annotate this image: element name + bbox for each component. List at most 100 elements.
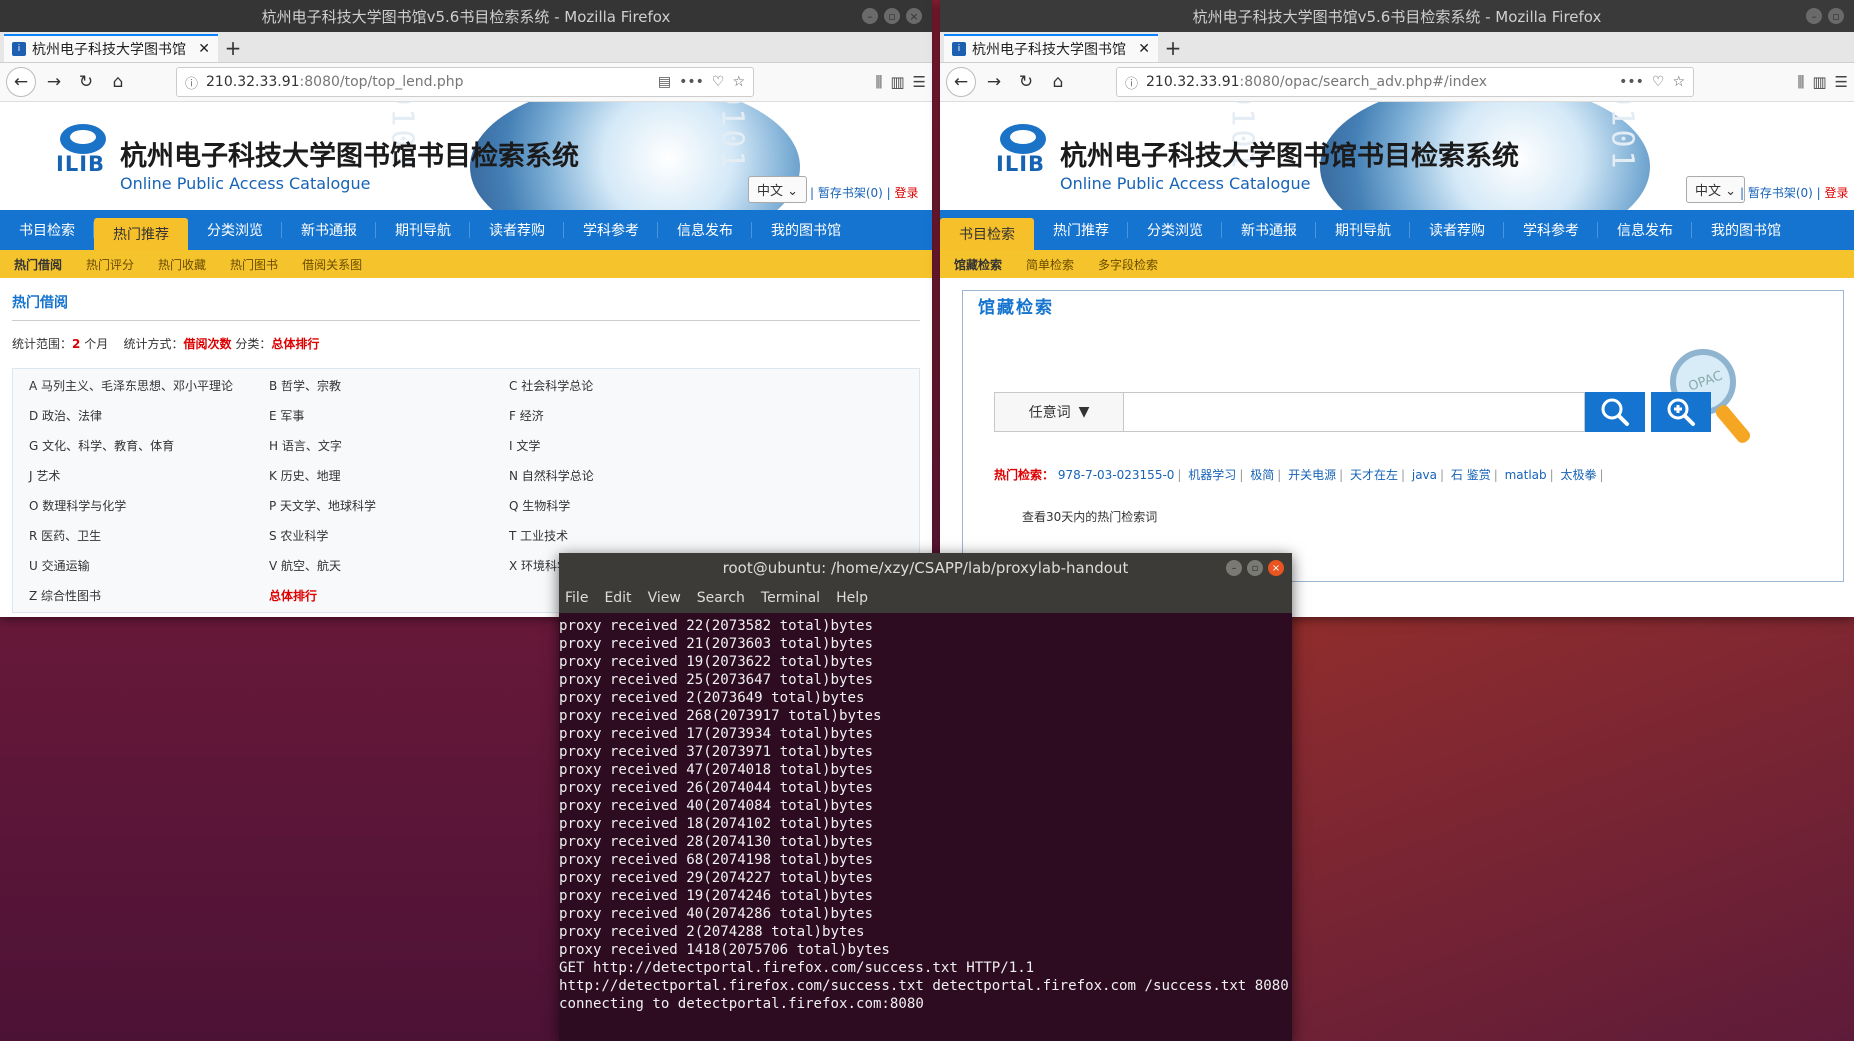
- language-select[interactable]: 中文 ⌄: [748, 176, 808, 203]
- submenu-hot-lend[interactable]: 热门借阅: [14, 256, 62, 273]
- category-link[interactable]: O 数理科学与化学: [29, 497, 269, 514]
- category-link[interactable]: Z 综合性图书: [29, 587, 269, 604]
- submenu-simple-search[interactable]: 简单检索: [1026, 256, 1074, 273]
- category-link[interactable]: P 天文学、地球科学: [269, 497, 509, 514]
- hot-30days-link[interactable]: 查看30天内的热门检索词: [1022, 508, 1157, 525]
- tab-close-icon[interactable]: ✕: [1138, 41, 1150, 57]
- library-icon[interactable]: ⫼: [1797, 73, 1804, 91]
- menu-item-mylibrary[interactable]: 我的图书馆: [1692, 210, 1800, 250]
- menu-item-recommend[interactable]: 读者荐购: [470, 210, 564, 250]
- new-tab-button[interactable]: +: [1158, 34, 1188, 62]
- category-link[interactable]: S 农业科学: [269, 527, 509, 544]
- sidebar-icon[interactable]: ▥: [890, 73, 904, 91]
- menu-item-search[interactable]: 书目检索: [0, 210, 94, 250]
- menu-item-news[interactable]: 信息发布: [1598, 210, 1692, 250]
- search-button[interactable]: [1585, 392, 1645, 432]
- submenu-hot-score[interactable]: 热门评分: [86, 256, 134, 273]
- page-actions-icon[interactable]: •••: [679, 74, 704, 90]
- category-link[interactable]: K 历史、地理: [269, 467, 509, 484]
- hot-term-link[interactable]: 石 鉴赏: [1451, 468, 1491, 482]
- minimize-icon[interactable]: –: [1806, 8, 1822, 24]
- maximize-icon[interactable]: ▫: [1247, 560, 1263, 576]
- menu-item-search[interactable]: 书目检索: [940, 218, 1034, 250]
- info-icon[interactable]: ⓘ: [185, 73, 198, 92]
- menu-item-subject[interactable]: 学科参考: [564, 210, 658, 250]
- category-link[interactable]: I 文学: [509, 437, 749, 454]
- forward-button[interactable]: →: [980, 68, 1008, 96]
- hot-term-link[interactable]: 机器学习: [1188, 468, 1236, 482]
- hamburger-menu-icon[interactable]: ☰: [1835, 73, 1848, 91]
- method-value[interactable]: 借阅次数: [183, 337, 231, 351]
- menu-item-recommend[interactable]: 读者荐购: [1410, 210, 1504, 250]
- menu-item-journals[interactable]: 期刊导航: [376, 210, 470, 250]
- menu-help[interactable]: Help: [836, 590, 868, 606]
- menu-terminal[interactable]: Terminal: [761, 590, 820, 606]
- home-button[interactable]: ⌂: [104, 68, 132, 96]
- terminal-titlebar[interactable]: root@ubuntu: /home/xzy/CSAPP/lab/proxyla…: [559, 553, 1292, 583]
- menu-file[interactable]: File: [565, 590, 588, 606]
- url-bar[interactable]: ⓘ 210.32.33.91:8080/top/top_lend.php ▤ •…: [176, 67, 754, 97]
- pocket-icon[interactable]: ♡: [1652, 74, 1665, 90]
- search-type-select[interactable]: 任意词 ▼: [994, 392, 1124, 432]
- submenu-holding-search[interactable]: 馆藏检索: [954, 256, 1002, 273]
- category-link[interactable]: C 社会科学总论: [509, 377, 749, 394]
- forward-button[interactable]: →: [40, 68, 68, 96]
- menu-item-news[interactable]: 信息发布: [658, 210, 752, 250]
- hot-term-link[interactable]: 太极拳: [1561, 468, 1597, 482]
- maximize-icon[interactable]: ▫: [884, 8, 900, 24]
- category-link[interactable]: J 艺术: [29, 467, 269, 484]
- overall-ranking-link[interactable]: 总体排行: [269, 587, 509, 604]
- class-value[interactable]: 总体排行: [271, 337, 319, 351]
- menu-item-browse[interactable]: 分类浏览: [1128, 210, 1222, 250]
- bookmark-star-icon[interactable]: ☆: [1672, 74, 1685, 90]
- pocket-icon[interactable]: ♡: [712, 74, 725, 90]
- hot-term-link[interactable]: 978-7-03-023155-0: [1058, 468, 1175, 482]
- login-link[interactable]: 登录: [1825, 186, 1849, 200]
- category-link[interactable]: G 文化、科学、教育、体育: [29, 437, 269, 454]
- bookmark-star-icon[interactable]: ☆: [732, 74, 745, 90]
- minimize-icon[interactable]: –: [862, 8, 878, 24]
- hot-term-link[interactable]: 开关电源: [1288, 468, 1336, 482]
- category-link[interactable]: F 经济: [509, 407, 749, 424]
- window-titlebar[interactable]: 杭州电子科技大学图书馆v5.6书目检索系统 - Mozilla Firefox …: [940, 0, 1854, 32]
- browser-tab[interactable]: i 杭州电子科技大学图书馆 ✕: [944, 34, 1158, 62]
- login-link[interactable]: 登录: [895, 186, 919, 200]
- category-link[interactable]: U 交通运输: [29, 557, 269, 574]
- menu-item-mylibrary[interactable]: 我的图书馆: [752, 210, 860, 250]
- category-link[interactable]: D 政治、法律: [29, 407, 269, 424]
- back-button[interactable]: ←: [6, 67, 36, 97]
- library-icon[interactable]: ⫼: [875, 73, 882, 91]
- home-button[interactable]: ⌂: [1044, 68, 1072, 96]
- language-select[interactable]: 中文 ⌄: [1686, 176, 1746, 203]
- category-link[interactable]: V 航空、航天: [269, 557, 509, 574]
- menu-item-browse[interactable]: 分类浏览: [188, 210, 282, 250]
- menu-edit[interactable]: Edit: [604, 590, 631, 606]
- menu-view[interactable]: View: [648, 590, 681, 606]
- reload-button[interactable]: ↻: [72, 68, 100, 96]
- window-titlebar[interactable]: 杭州电子科技大学图书馆v5.6书目检索系统 - Mozilla Firefox …: [0, 0, 932, 32]
- category-link[interactable]: B 哲学、宗教: [269, 377, 509, 394]
- sidebar-icon[interactable]: ▥: [1812, 73, 1826, 91]
- submenu-hot-books[interactable]: 热门图书: [230, 256, 278, 273]
- close-icon[interactable]: ×: [1268, 560, 1284, 576]
- category-link[interactable]: A 马列主义、毛泽东思想、邓小平理论: [29, 377, 269, 394]
- menu-item-newbooks[interactable]: 新书通报: [1222, 210, 1316, 250]
- category-link[interactable]: E 军事: [269, 407, 509, 424]
- maximize-icon[interactable]: ▫: [1828, 8, 1844, 24]
- category-link[interactable]: H 语言、文字: [269, 437, 509, 454]
- shelf-link[interactable]: 暂存书架(0): [1748, 186, 1813, 200]
- close-icon[interactable]: ×: [906, 8, 922, 24]
- menu-item-subject[interactable]: 学科参考: [1504, 210, 1598, 250]
- category-link[interactable]: R 医药、卫生: [29, 527, 269, 544]
- search-input[interactable]: [1124, 392, 1585, 432]
- tab-close-icon[interactable]: ✕: [198, 41, 210, 57]
- hot-term-link[interactable]: matlab: [1505, 468, 1547, 482]
- menu-item-newbooks[interactable]: 新书通报: [282, 210, 376, 250]
- browser-tab[interactable]: i 杭州电子科技大学图书馆 ✕: [4, 34, 218, 62]
- submenu-multifield-search[interactable]: 多字段检索: [1098, 256, 1158, 273]
- category-link[interactable]: T 工业技术: [509, 527, 749, 544]
- hot-term-link[interactable]: 天才在左: [1350, 468, 1398, 482]
- url-bar[interactable]: ⓘ 210.32.33.91:8080/opac/search_adv.php#…: [1116, 67, 1694, 97]
- hot-term-link[interactable]: 极简: [1250, 468, 1274, 482]
- terminal-output[interactable]: proxy received 22(2073582 total)bytes pro…: [559, 613, 1292, 1013]
